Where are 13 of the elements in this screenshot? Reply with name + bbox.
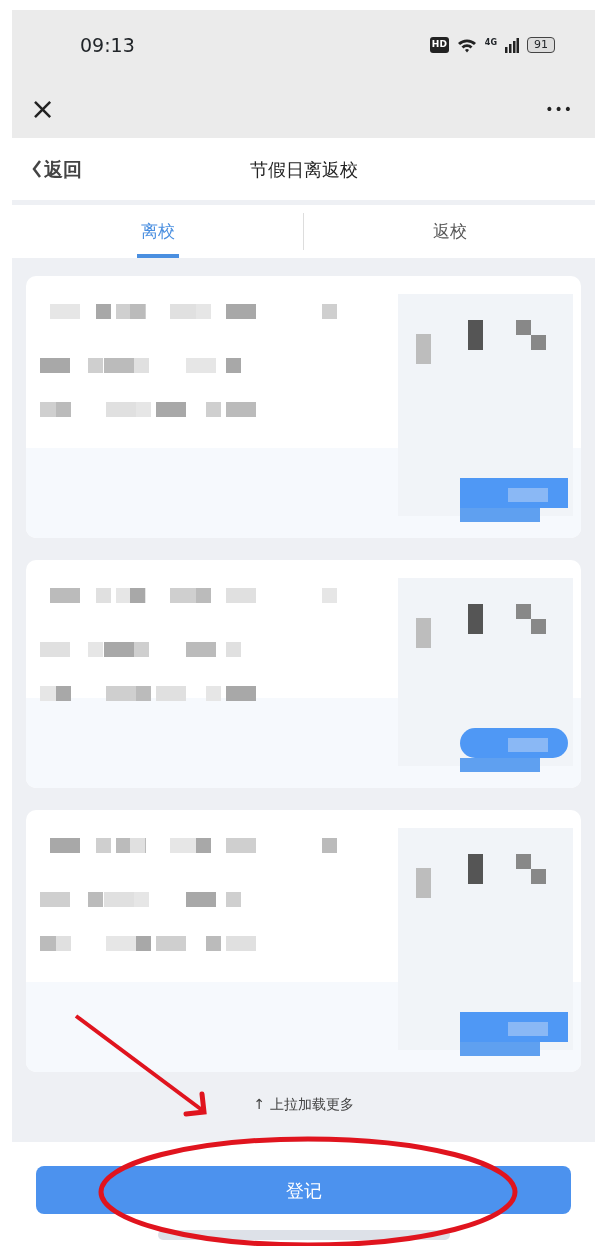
battery-indicator: 91 [527,37,555,53]
load-more-hint: ↑ 上拉加载更多 [252,1095,355,1114]
hd-badge: HD [429,37,449,53]
page-title: 节假日离返校 [249,157,358,182]
signal-icon [505,37,519,53]
back-button[interactable]: 返回 [32,154,82,184]
status-time: 09:13 [80,32,135,58]
network-label: 4G [484,39,497,47]
tab[interactable]: 返校 [304,205,595,258]
wifi-icon [456,37,477,53]
back-icon [32,159,42,179]
close-button[interactable]: × [30,94,56,124]
more-button[interactable]: ••• [545,98,573,120]
